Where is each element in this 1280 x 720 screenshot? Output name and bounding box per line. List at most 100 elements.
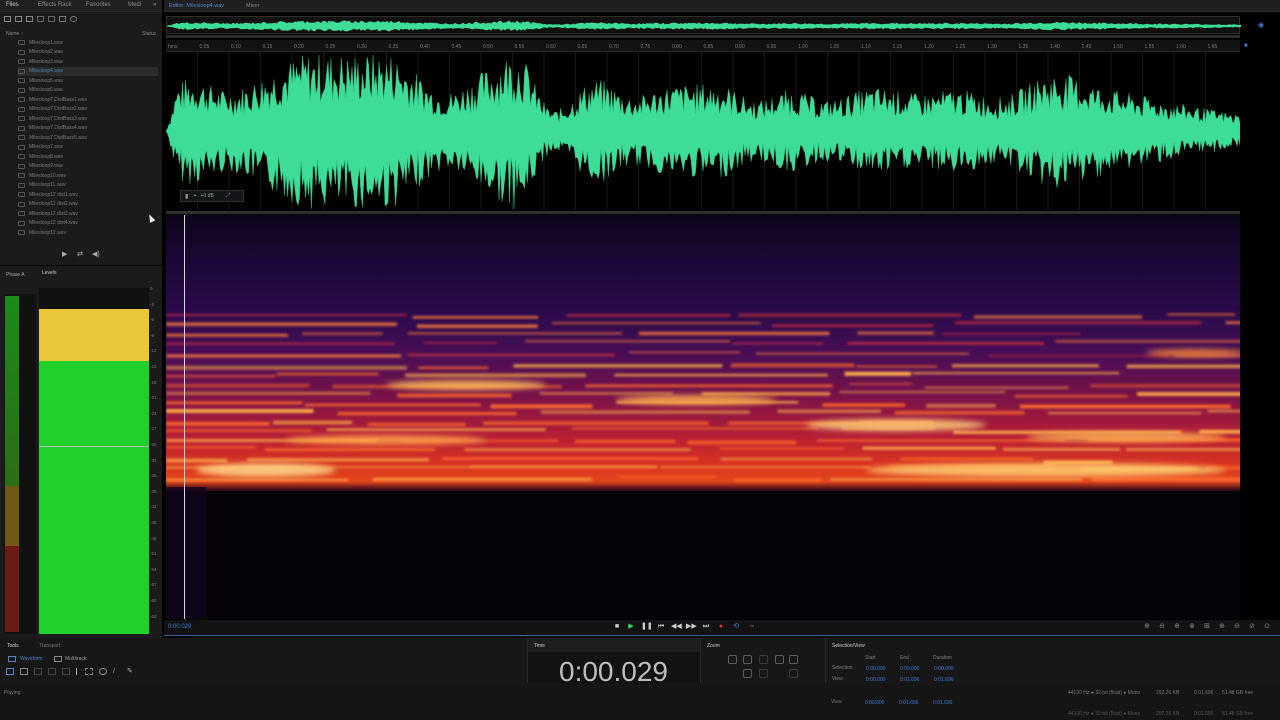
overview-strip[interactable] — [166, 16, 1241, 34]
insert-icon[interactable] — [48, 16, 55, 22]
zoom-in-icon[interactable]: ⊕ — [1217, 622, 1227, 632]
panel-divider[interactable] — [166, 211, 1240, 214]
open-file-icon[interactable] — [4, 16, 11, 22]
tab-phase[interactable]: Phase A — [6, 272, 25, 278]
file-list-item[interactable]: Milesloop6.wav — [18, 86, 158, 96]
move-tool-icon[interactable] — [34, 668, 42, 675]
file-list-item[interactable]: Milesloop12 dist1.wav — [18, 190, 158, 200]
file-list-item[interactable]: Milesloop12 dist2.wav — [18, 200, 158, 210]
loop-icon[interactable]: ⇄ — [77, 250, 83, 258]
import-file-icon[interactable] — [15, 16, 22, 22]
razor-tool-icon[interactable] — [48, 668, 56, 675]
file-list-item[interactable]: Milesloop8.wav — [18, 152, 158, 162]
files-name-header[interactable]: Name ↑ — [6, 31, 23, 37]
play-button[interactable]: ▶ — [626, 622, 636, 632]
file-list-item[interactable]: Milesloop7 DistBass4.wav — [18, 124, 158, 134]
file-list-item[interactable]: Milesloop7 DistBass3.wav — [18, 114, 158, 124]
brush-tool-icon[interactable]: / — [113, 668, 121, 675]
zoom-out-full-icon[interactable]: ⊗ — [1187, 622, 1197, 632]
tab-effects-rack[interactable]: Effects Rack — [38, 2, 72, 8]
waveform-mode-button[interactable]: Waveform — [20, 656, 43, 662]
selection-start-field[interactable]: 0:00.000 — [866, 666, 885, 672]
save-icon[interactable] — [37, 16, 44, 22]
zoom-in-time-button[interactable] — [759, 655, 768, 664]
move-to-end-button[interactable]: ⏭ — [701, 622, 711, 632]
file-list-item[interactable]: Milesloop5.wav — [18, 76, 158, 86]
overview-scrollbar[interactable] — [166, 35, 1240, 38]
search-icon[interactable] — [70, 16, 77, 22]
zoom-to-selection-button[interactable] — [743, 669, 752, 678]
pin-icon[interactable]: ⤢ — [226, 193, 231, 200]
file-list-item[interactable]: Milesloop11.wav — [18, 181, 158, 191]
zoom-out-amplitude-button[interactable] — [743, 655, 752, 664]
ruler-zoom-icon[interactable]: ■ — [1244, 43, 1248, 49]
zoom-out-amplitude-icon[interactable]: ⊖ — [1157, 622, 1167, 632]
spot-healing-icon[interactable]: ✎ — [127, 668, 135, 675]
pause-button[interactable]: ❚❚ — [641, 622, 653, 632]
lasso-tool-icon[interactable] — [99, 668, 107, 675]
zoom-in-time-icon[interactable]: ⊕ — [1172, 622, 1182, 632]
zoom-selection-right-button[interactable] — [789, 669, 798, 678]
volume-icon[interactable]: ◀) — [92, 250, 100, 258]
record-button[interactable]: ● — [716, 622, 726, 632]
pitch-display-icon[interactable] — [20, 668, 28, 675]
file-list-item[interactable]: Milesloop7.wav — [18, 143, 158, 153]
slip-tool-icon[interactable] — [62, 668, 70, 675]
tab-media[interactable]: Medi — [128, 2, 141, 8]
zoom-full-icon[interactable]: ⊙ — [1262, 622, 1272, 632]
tab-files[interactable]: Files — [6, 2, 19, 8]
loop-playback-button[interactable]: ⟲ — [731, 622, 741, 632]
selection-end-field[interactable]: 0:00.000 — [900, 666, 919, 672]
time-selection-tool-icon[interactable] — [76, 668, 79, 675]
spectral-display-icon[interactable] — [6, 668, 14, 675]
file-list-item[interactable]: Milesloop7 DistBass1.wav — [18, 95, 158, 105]
zoom-in-amplitude-icon[interactable]: ⊕ — [1142, 622, 1152, 632]
file-list-item[interactable]: Milesloop9.wav — [18, 162, 158, 172]
tab-tools[interactable]: Tools — [7, 643, 19, 649]
zoom-out-full-button[interactable] — [789, 655, 798, 664]
preview-play-icon[interactable]: ▶ — [62, 250, 67, 258]
stop-button[interactable]: ■ — [612, 622, 622, 632]
file-list-item[interactable]: Milesloop12.wav — [18, 228, 158, 238]
file-list-item[interactable]: Milesloop3.wav — [18, 57, 158, 67]
file-list-item[interactable]: Milesloop7 DistBass5.wav — [18, 133, 158, 143]
hud-panel[interactable]: ▮ ◔ +0 dB ⤢ — [180, 190, 244, 202]
tab-mixer[interactable]: Mixer — [246, 3, 259, 9]
file-list-item[interactable]: Milesloop4.wav — [18, 66, 158, 76]
zoom-in-amplitude-button[interactable] — [728, 655, 737, 664]
file-list-item[interactable]: Milesloop12 dist3.wav — [18, 209, 158, 219]
marquee-tool-icon[interactable] — [85, 668, 93, 675]
file-list-item[interactable]: Milesloop10.wav — [18, 171, 158, 181]
zoom-reset-icon[interactable]: ⊘ — [1247, 622, 1257, 632]
zoom-selection-icon[interactable]: ⊞ — [1202, 622, 1212, 632]
zoom-icon[interactable]: ◉ — [1258, 21, 1264, 29]
zoom-out-time-button[interactable] — [775, 655, 784, 664]
tab-favorites[interactable]: Favorites — [86, 2, 111, 8]
waveform-view[interactable]: ▮ ◔ +0 dB ⤢ — [166, 52, 1240, 210]
rewind-button[interactable]: ◀◀ — [671, 622, 682, 632]
multitrack-mode-button[interactable]: Multitrack — [65, 656, 86, 662]
move-to-start-button[interactable]: ⏮ — [656, 622, 666, 632]
file-list-item[interactable]: Milesloop2.wav — [18, 48, 158, 58]
playhead[interactable] — [184, 215, 185, 619]
tab-editor[interactable]: Editor: Milesloop4.wav — [169, 3, 224, 9]
volume-knob-icon[interactable]: ◔ — [192, 193, 196, 200]
zoom-selection-left-button[interactable] — [759, 669, 768, 678]
tab-transport[interactable]: Transport — [39, 643, 60, 649]
audio-file-icon — [18, 116, 25, 122]
ruler-label: 1.50 — [1113, 44, 1123, 50]
spectral-view[interactable] — [166, 215, 1240, 619]
skip-button[interactable]: ⇥ — [746, 622, 756, 632]
tab-levels[interactable]: Levels — [42, 270, 56, 276]
selection-duration-field[interactable]: 0:00.000 — [934, 666, 953, 672]
new-file-icon[interactable] — [26, 16, 33, 22]
hud-gain-value[interactable]: +0 dB — [201, 193, 214, 199]
fast-forward-button[interactable]: ▶▶ — [686, 622, 697, 632]
delete-icon[interactable] — [59, 16, 66, 22]
file-list-item[interactable]: Milesloop1.wav — [18, 38, 158, 48]
panel-menu-icon[interactable]: » — [153, 2, 156, 8]
files-status-header[interactable]: Status — [142, 31, 156, 37]
file-list-item[interactable]: Milesloop7 DistBass2.wav — [18, 105, 158, 115]
file-list-item[interactable]: Milesloop12 dist4.wav — [18, 219, 158, 229]
zoom-out-icon[interactable]: ⊖ — [1232, 622, 1242, 632]
